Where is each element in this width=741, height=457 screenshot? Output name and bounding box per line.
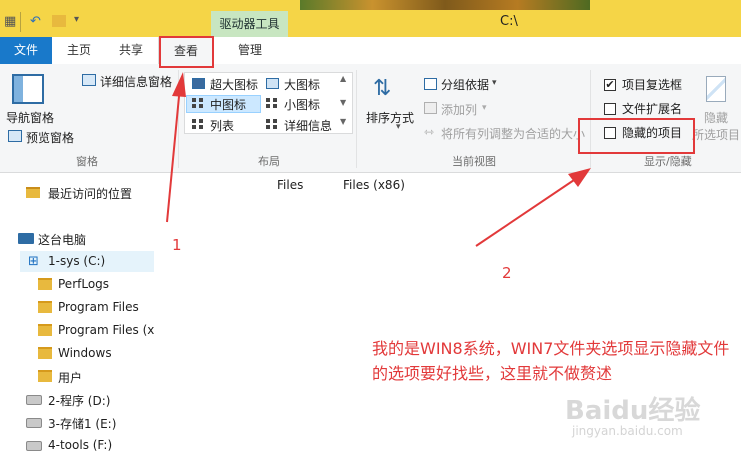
annotation-label-1: 1 [172,236,182,254]
arrow-1-line [166,85,181,223]
arrow-1-head [172,72,186,97]
watermark-url: jingyan.baidu.com [572,424,683,438]
arrow-2-line [475,175,581,247]
annotation-label-2: 2 [502,264,512,282]
arrow-2-head [568,168,591,187]
annotation-arrows [166,72,591,247]
watermark-logo: Baidu经验 [565,396,701,426]
annotation-note: 我的是WIN8系统，WIN7文件夹选项显示隐藏文件的选项要好找些，这里就不做赘述 [372,339,730,383]
